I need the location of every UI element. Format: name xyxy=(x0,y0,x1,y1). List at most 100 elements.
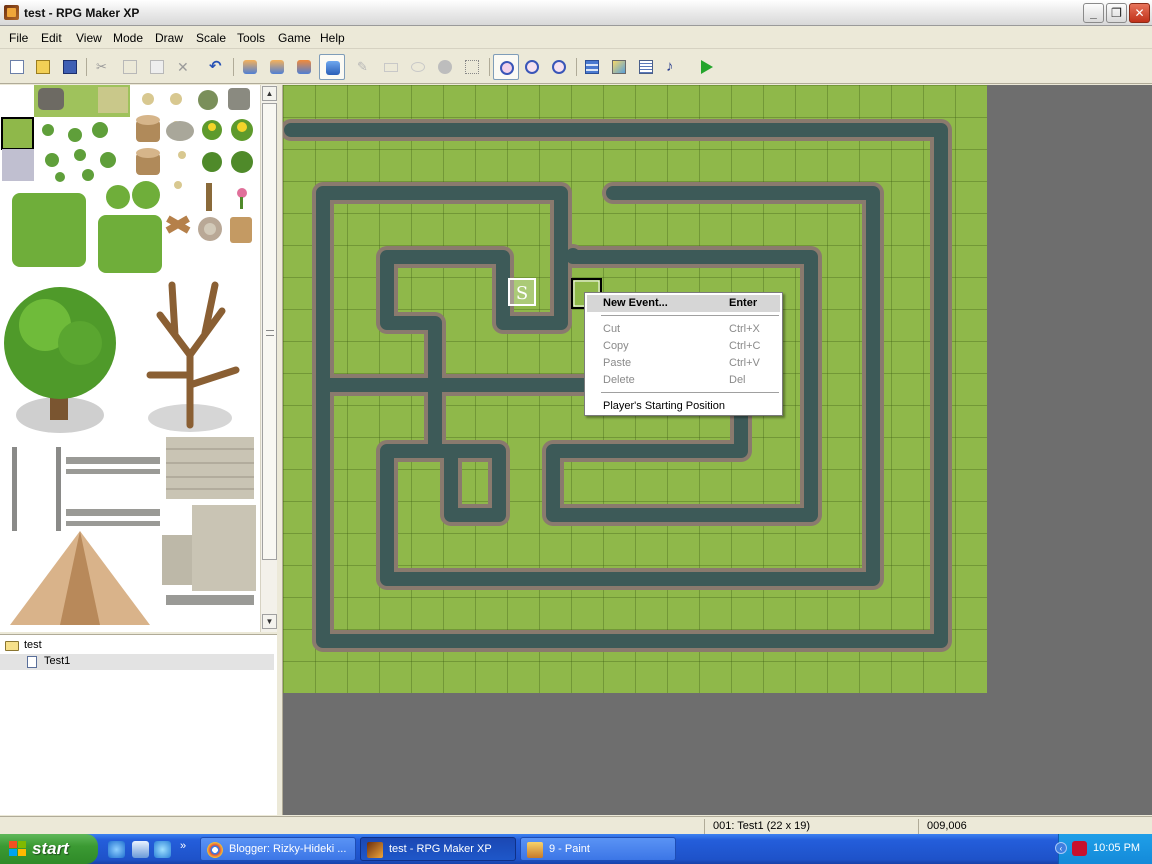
copy-icon[interactable] xyxy=(120,57,140,77)
folder-icon xyxy=(5,641,19,651)
layer3-icon[interactable] xyxy=(294,57,314,77)
menu-item-label: Delete xyxy=(603,374,635,386)
windows-logo-icon xyxy=(9,841,26,856)
autotile-sand xyxy=(98,87,128,113)
open-project-icon[interactable] xyxy=(33,57,53,77)
zoom-1-2-icon[interactable] xyxy=(522,57,542,77)
scroll-thumb[interactable] xyxy=(262,103,277,560)
restore-button[interactable]: ❐ xyxy=(1106,3,1127,23)
system-tray: ‹ 10:05 PM xyxy=(1055,834,1152,864)
close-button[interactable]: ✕ xyxy=(1129,3,1150,23)
ellipse-icon[interactable] xyxy=(408,57,428,77)
event-layer-icon[interactable] xyxy=(319,54,345,80)
select-icon[interactable] xyxy=(462,57,482,77)
tileset-scrollbar[interactable]: ▲ ▼ xyxy=(260,85,277,632)
paste-icon[interactable] xyxy=(147,57,167,77)
menu-item-label: Player's Starting Position xyxy=(603,400,725,412)
task-label: test - RPG Maker XP xyxy=(389,843,492,855)
minimize-button[interactable]: _ xyxy=(1083,3,1104,23)
antivirus-tray-icon[interactable] xyxy=(1072,841,1087,856)
menu-view[interactable]: View xyxy=(76,31,102,45)
autotile-rock xyxy=(38,88,64,110)
menu-help[interactable]: Help xyxy=(320,31,345,45)
zoom-1-1-icon[interactable] xyxy=(493,54,519,80)
sound-test-icon[interactable]: ♪ xyxy=(663,57,683,77)
save-icon[interactable] xyxy=(60,57,80,77)
map-editor-canvas[interactable]: S xyxy=(282,85,1152,815)
undo-icon[interactable]: ↶ xyxy=(206,57,226,77)
script-editor-icon[interactable] xyxy=(636,57,656,77)
toolbar-separator xyxy=(86,58,87,76)
delete-icon[interactable]: ✕ xyxy=(174,57,194,77)
menu-item-shortcut: Ctrl+C xyxy=(729,340,761,352)
menu-mode[interactable]: Mode xyxy=(113,31,143,45)
fill-icon[interactable] xyxy=(435,57,455,77)
menu-tools[interactable]: Tools xyxy=(237,31,265,45)
scroll-up-button[interactable]: ▲ xyxy=(262,86,277,101)
new-project-icon[interactable] xyxy=(7,57,27,77)
rpgmaker-icon xyxy=(367,842,383,858)
internet-explorer-icon[interactable] xyxy=(108,841,125,858)
map-tree: test Test1 xyxy=(0,634,277,815)
menu-item-label: Copy xyxy=(603,340,629,352)
toolbar: ✂ ✕ ↶ ✎ ♪ xyxy=(0,50,1152,84)
status-coordinates: 009,006 xyxy=(918,819,1152,834)
menu-item-shortcut: Ctrl+X xyxy=(729,323,760,335)
layer2-icon[interactable] xyxy=(267,57,287,77)
scroll-down-button[interactable]: ▼ xyxy=(262,614,277,629)
playtest-icon[interactable] xyxy=(696,57,716,77)
start-marker-label: S xyxy=(516,283,528,304)
window-title: test - RPG Maker XP xyxy=(24,6,140,20)
status-bar: 001: Test1 (22 x 19) 009,006 xyxy=(0,816,1152,834)
quicklaunch-icon[interactable] xyxy=(154,841,171,858)
tileset-palette[interactable] xyxy=(0,85,260,632)
tree-project-root[interactable]: test xyxy=(0,638,277,654)
new-event-menu-item[interactable]: New Event... Enter xyxy=(587,295,780,312)
context-menu: New Event... Enter Cut Ctrl+X Copy Ctrl+… xyxy=(584,292,783,416)
menu-game[interactable]: Game xyxy=(278,31,311,45)
player-starting-position-menu-item[interactable]: Player's Starting Position xyxy=(587,398,780,415)
rpgmaker-app-icon[interactable] xyxy=(4,5,19,20)
rectangle-icon[interactable] xyxy=(381,57,401,77)
clock: 10:05 PM xyxy=(1093,842,1141,854)
pencil-icon[interactable]: ✎ xyxy=(354,57,374,77)
tileset-graphics[interactable] xyxy=(0,85,260,632)
map-page-icon xyxy=(27,656,37,668)
cut-menu-item[interactable]: Cut Ctrl+X xyxy=(587,321,780,338)
task-label: Blogger: Rizky-Hideki ... xyxy=(229,843,347,855)
paint-icon xyxy=(527,842,543,858)
database-icon[interactable] xyxy=(582,57,602,77)
copy-menu-item[interactable]: Copy Ctrl+C xyxy=(587,338,780,355)
menu-file[interactable]: File xyxy=(9,31,28,45)
materialbase-icon[interactable] xyxy=(609,57,629,77)
menu-item-label: Cut xyxy=(603,323,621,335)
task-paint[interactable]: 9 - Paint xyxy=(520,837,676,861)
chrome-icon xyxy=(207,842,223,858)
menu-draw[interactable]: Draw xyxy=(155,31,183,45)
toolbar-separator xyxy=(576,58,577,76)
zoom-1-4-icon[interactable] xyxy=(549,57,569,77)
menu-separator xyxy=(601,315,779,316)
delete-menu-item[interactable]: Delete Del xyxy=(587,372,780,389)
desktop-icon[interactable] xyxy=(132,841,149,858)
menu-separator xyxy=(601,392,779,393)
start-button[interactable]: start xyxy=(0,834,98,864)
menu-bar: File Edit View Mode Draw Scale Tools Gam… xyxy=(0,27,1152,49)
blank-tile xyxy=(2,149,34,181)
task-rpgmaker[interactable]: test - RPG Maker XP xyxy=(360,837,516,861)
task-blogger[interactable]: Blogger: Rizky-Hideki ... xyxy=(200,837,356,861)
quicklaunch-chevron-icon[interactable]: » xyxy=(180,840,186,852)
windows-taskbar: start » Blogger: Rizky-Hideki ... test -… xyxy=(0,834,1152,864)
cut-icon[interactable]: ✂ xyxy=(93,57,113,77)
selected-tile xyxy=(1,117,34,150)
task-label: 9 - Paint xyxy=(549,843,590,855)
layer1-icon[interactable] xyxy=(240,57,260,77)
start-label: start xyxy=(32,839,69,858)
title-bar: test - RPG Maker XP _ ❐ ✕ xyxy=(0,0,1152,26)
menu-scale[interactable]: Scale xyxy=(196,31,226,45)
paste-menu-item[interactable]: Paste Ctrl+V xyxy=(587,355,780,372)
menu-edit[interactable]: Edit xyxy=(41,31,62,45)
tree-map-test1[interactable]: Test1 xyxy=(0,654,274,670)
project-name: test xyxy=(24,639,42,651)
tray-expand-icon[interactable]: ‹ xyxy=(1055,842,1067,854)
